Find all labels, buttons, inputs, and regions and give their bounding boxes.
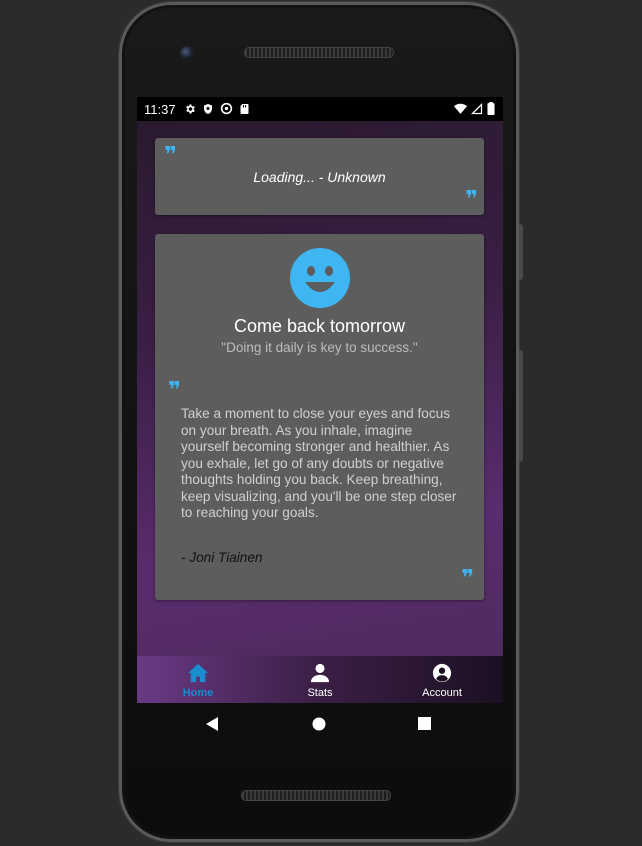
smiley-icon bbox=[290, 248, 350, 308]
open-quote-icon: ❞ bbox=[164, 143, 177, 168]
sd-card-icon bbox=[240, 103, 249, 114]
account-circle-icon bbox=[432, 663, 452, 683]
daily-quote-text: Loading... - Unknown bbox=[253, 169, 386, 185]
home-circle-icon[interactable] bbox=[312, 717, 326, 731]
phone-frame: 11:37 ❞ Loading... - Unknown ❞ Come back… bbox=[119, 2, 523, 842]
nav-account-label: Account bbox=[422, 687, 462, 699]
open-quote-icon: ❞ bbox=[168, 378, 181, 403]
home-icon bbox=[188, 663, 208, 683]
person-icon bbox=[310, 663, 330, 683]
quote-body: Take a moment to close your eyes and foc… bbox=[181, 406, 457, 520]
app-content: ❞ Loading... - Unknown ❞ Come back tomor… bbox=[137, 121, 503, 703]
power-button bbox=[519, 350, 523, 462]
status-card: Come back tomorrow "Doing it daily is ke… bbox=[155, 234, 484, 600]
screen: 11:37 ❞ Loading... - Unknown ❞ Come back… bbox=[137, 97, 503, 703]
nav-home[interactable]: Home bbox=[137, 656, 259, 703]
close-quote-icon: ❞ bbox=[461, 566, 474, 591]
status-title: Come back tomorrow bbox=[233, 316, 406, 336]
quote-author: - Joni Tiainen bbox=[181, 550, 263, 565]
front-camera bbox=[180, 46, 194, 60]
nav-stats-label: Stats bbox=[307, 687, 333, 699]
status-bar: 11:37 bbox=[137, 97, 503, 121]
bottom-navigation: Home Stats Account bbox=[137, 656, 503, 703]
volume-button bbox=[519, 224, 523, 280]
wifi-icon bbox=[454, 103, 467, 114]
daily-quote-card: ❞ Loading... - Unknown ❞ bbox=[155, 138, 484, 215]
nav-account[interactable]: Account bbox=[381, 656, 503, 703]
status-subtitle: "Doing it daily is key to success." bbox=[221, 340, 418, 355]
signal-icon bbox=[471, 102, 483, 114]
recents-icon[interactable] bbox=[418, 717, 431, 730]
bottom-speaker bbox=[241, 790, 391, 801]
nav-home-label: Home bbox=[182, 687, 214, 699]
status-time: 11:37 bbox=[144, 102, 176, 117]
sync-icon bbox=[220, 102, 233, 115]
gear-icon bbox=[186, 104, 195, 113]
back-icon[interactable] bbox=[205, 716, 219, 732]
nav-stats[interactable]: Stats bbox=[259, 656, 381, 703]
battery-icon bbox=[487, 102, 495, 115]
top-speaker bbox=[244, 47, 394, 58]
close-quote-icon: ❞ bbox=[465, 187, 478, 212]
shield-icon bbox=[204, 103, 212, 114]
